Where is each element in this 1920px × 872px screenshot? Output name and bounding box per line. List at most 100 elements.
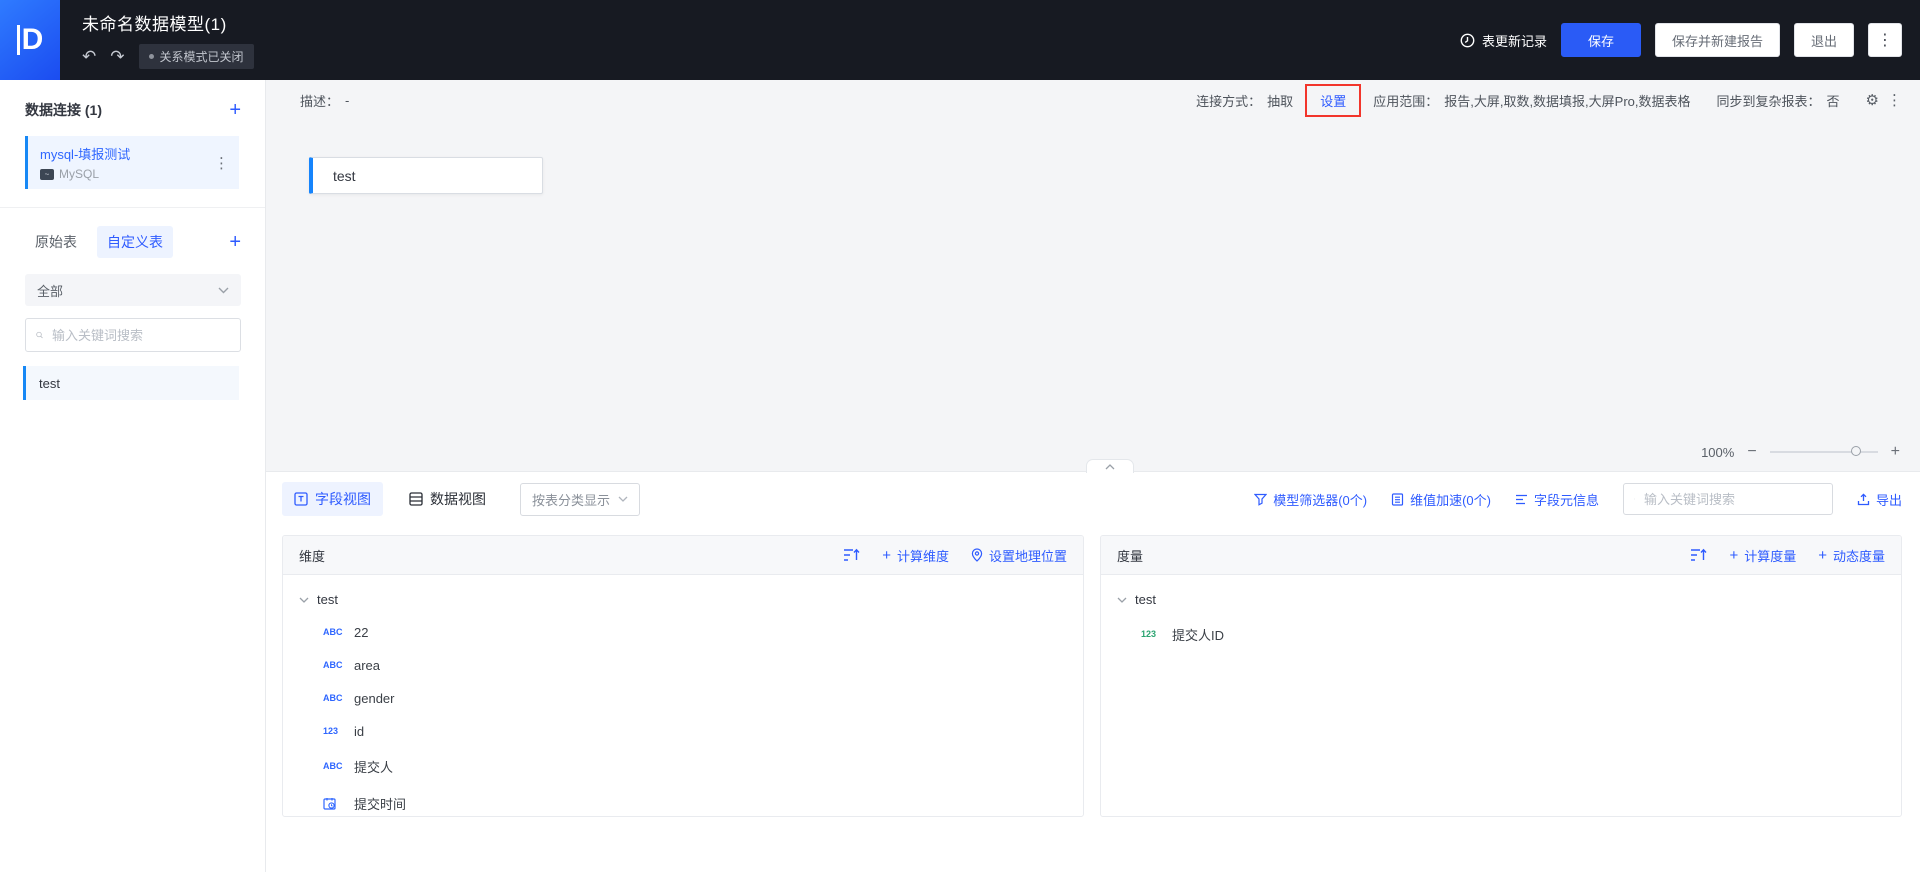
- sort-icon[interactable]: [1690, 548, 1707, 562]
- connection-name: mysql-填报测试: [40, 147, 131, 162]
- field-view-icon: [294, 492, 308, 506]
- top-header: D 未命名数据模型(1) ↶ ↷ 关系模式已关闭 表更新记录 保存 保存并新建报…: [0, 0, 1920, 80]
- chevron-down-icon: [1117, 597, 1127, 603]
- clock-icon: [1460, 33, 1475, 47]
- add-connection-button[interactable]: +: [229, 100, 241, 120]
- chevron-down-icon: [218, 287, 229, 293]
- plus-icon: +: [1729, 546, 1739, 564]
- status-dot-icon: [148, 54, 154, 59]
- fields-search-input[interactable]: [1641, 490, 1822, 508]
- add-calc-measure-link[interactable]: + 计算度量: [1729, 546, 1796, 565]
- list-doc-icon: [1391, 492, 1404, 506]
- model-filter-link[interactable]: 模型筛选器(0个): [1254, 490, 1367, 509]
- text-field-icon: ABC: [323, 761, 343, 771]
- dimension-field-row[interactable]: ABC area: [283, 649, 1083, 682]
- add-table-button[interactable]: +: [229, 232, 241, 252]
- header-actions: 表更新记录 保存 保存并新建报告 退出 ⋮: [1460, 0, 1920, 80]
- text-field-icon: ABC: [323, 627, 343, 637]
- tab-data-view[interactable]: 数据视图: [397, 482, 498, 516]
- chevron-down-icon: [299, 597, 309, 603]
- app-window: D 未命名数据模型(1) ↶ ↷ 关系模式已关闭 表更新记录 保存 保存并新建报…: [0, 0, 1920, 872]
- chevron-down-icon: [618, 496, 628, 502]
- lines-icon: [1515, 494, 1527, 504]
- sync-complex-report-label: 同步到复杂报表：: [1716, 93, 1821, 109]
- zoom-in-button[interactable]: +: [1891, 443, 1900, 461]
- zoom-control: 100% − +: [1701, 443, 1900, 461]
- model-toolbar: 描述： - 连接方式： 抽取 设置 应用范围： 报告,大屏,取数,数据填报,大屏…: [266, 80, 1920, 120]
- connect-settings-link[interactable]: 设置: [1320, 94, 1346, 109]
- data-connections-title: 数据连接 (1): [25, 102, 102, 118]
- set-geo-location-link[interactable]: 设置地理位置: [971, 546, 1067, 565]
- description-value: -: [345, 92, 350, 108]
- dimension-group-row[interactable]: test: [283, 583, 1083, 616]
- bottom-panel: 字段视图 数据视图 按表分类显示 模型筛选器(0个) 维值加速(0个) 字段元信…: [266, 459, 1920, 872]
- search-icon: [36, 331, 43, 339]
- add-calc-dimension-link[interactable]: + 计算维度: [882, 546, 949, 565]
- field-name: id: [354, 724, 365, 739]
- number-field-icon: 123: [1141, 629, 1157, 639]
- zoom-out-button[interactable]: −: [1747, 443, 1756, 461]
- location-pin-icon: [971, 548, 983, 562]
- canvas-table-node[interactable]: test: [309, 157, 543, 194]
- dimension-field-row[interactable]: ABC gender: [283, 682, 1083, 715]
- tab-custom-tables[interactable]: 自定义表: [97, 226, 173, 258]
- sidebar-search-box: [25, 318, 241, 352]
- field-meta-link[interactable]: 字段元信息: [1515, 490, 1599, 509]
- measure-group-row[interactable]: test: [1101, 583, 1901, 616]
- settings-highlight-box: 设置: [1305, 83, 1362, 117]
- chevron-up-icon: [1105, 463, 1115, 469]
- plus-icon: +: [882, 546, 891, 564]
- page-title: 未命名数据模型(1): [82, 15, 227, 34]
- sidebar-table-item[interactable]: test: [23, 366, 239, 400]
- connection-more-icon[interactable]: ⋮: [214, 154, 229, 172]
- undo-icon[interactable]: ↶: [82, 48, 96, 65]
- header-more-button[interactable]: ⋮: [1868, 23, 1902, 57]
- text-field-icon: ABC: [323, 660, 343, 670]
- model-canvas[interactable]: 描述： - 连接方式： 抽取 设置 应用范围： 报告,大屏,取数,数据填报,大屏…: [266, 80, 1920, 471]
- measures-title: 度量: [1117, 548, 1144, 564]
- table-update-log-link[interactable]: 表更新记录: [1460, 31, 1547, 50]
- gear-icon[interactable]: ⚙: [1866, 91, 1879, 109]
- save-button[interactable]: 保存: [1560, 23, 1641, 57]
- add-dynamic-measure-link[interactable]: + 动态度量: [1818, 546, 1885, 565]
- table-filter-select[interactable]: 全部: [25, 274, 241, 306]
- scope-value: 报告,大屏,取数,数据填报,大屏Pro,数据表格: [1444, 93, 1691, 109]
- data-view-icon: [409, 492, 423, 506]
- app-logo-icon[interactable]: D: [0, 0, 60, 80]
- measure-field-row[interactable]: 123 提交人ID: [1101, 616, 1901, 653]
- dimension-field-row[interactable]: ABC 提交人: [283, 748, 1083, 785]
- zoom-slider-handle[interactable]: [1850, 446, 1861, 456]
- sidebar-search-input[interactable]: [50, 326, 230, 344]
- datetime-field-icon: [323, 797, 345, 810]
- number-field-icon: 123: [323, 726, 339, 736]
- connect-mode-value: 抽取: [1267, 93, 1294, 109]
- table-filter-value: 全部: [37, 283, 64, 299]
- fields-cards: 维度 + 计算维度 设置地理位置 test ABC 22 ABC area AB…: [266, 516, 1920, 835]
- zoom-slider[interactable]: [1769, 446, 1878, 456]
- export-link[interactable]: 导出: [1857, 490, 1902, 509]
- redo-icon[interactable]: ↷: [110, 48, 124, 65]
- dimension-accelerate-link[interactable]: 维值加速(0个): [1391, 490, 1491, 509]
- collapse-panel-button[interactable]: [1086, 459, 1134, 473]
- exit-button[interactable]: 退出: [1793, 23, 1854, 57]
- group-by-table-select[interactable]: 按表分类显示: [520, 482, 641, 516]
- dimensions-panel: 维度 + 计算维度 设置地理位置 test ABC 22 ABC area AB…: [282, 535, 1084, 817]
- sidebar: 数据连接 (1) + mysql-填报测试 ~ MySQL ⋮ 原始表 自定义表…: [0, 80, 266, 872]
- field-name: area: [354, 658, 381, 673]
- fields-search-box: [1622, 483, 1833, 515]
- dimension-field-row[interactable]: 123 id: [283, 715, 1083, 748]
- tab-field-view[interactable]: 字段视图: [282, 482, 383, 516]
- dimension-field-row[interactable]: ABC 22: [283, 616, 1083, 649]
- zoom-percent: 100%: [1701, 444, 1735, 460]
- relation-mode-badge: 关系模式已关闭: [138, 44, 254, 69]
- toolbar-more-icon[interactable]: ⋮: [1887, 91, 1902, 109]
- dimension-field-row[interactable]: 提交时间: [283, 785, 1083, 816]
- connection-item[interactable]: mysql-填报测试 ~ MySQL ⋮: [25, 136, 239, 189]
- sort-icon[interactable]: [843, 548, 860, 562]
- views-toolbar: 字段视图 数据视图 按表分类显示 模型筛选器(0个) 维值加速(0个) 字段元信…: [266, 472, 1920, 516]
- tab-original-tables[interactable]: 原始表: [25, 226, 87, 258]
- dimensions-title: 维度: [299, 548, 326, 564]
- connect-mode-label: 连接方式：: [1196, 93, 1262, 109]
- measures-panel: 度量 + 计算度量 + 动态度量 test 123 提交人ID: [1100, 535, 1902, 817]
- save-and-new-report-button[interactable]: 保存并新建报告: [1654, 23, 1780, 57]
